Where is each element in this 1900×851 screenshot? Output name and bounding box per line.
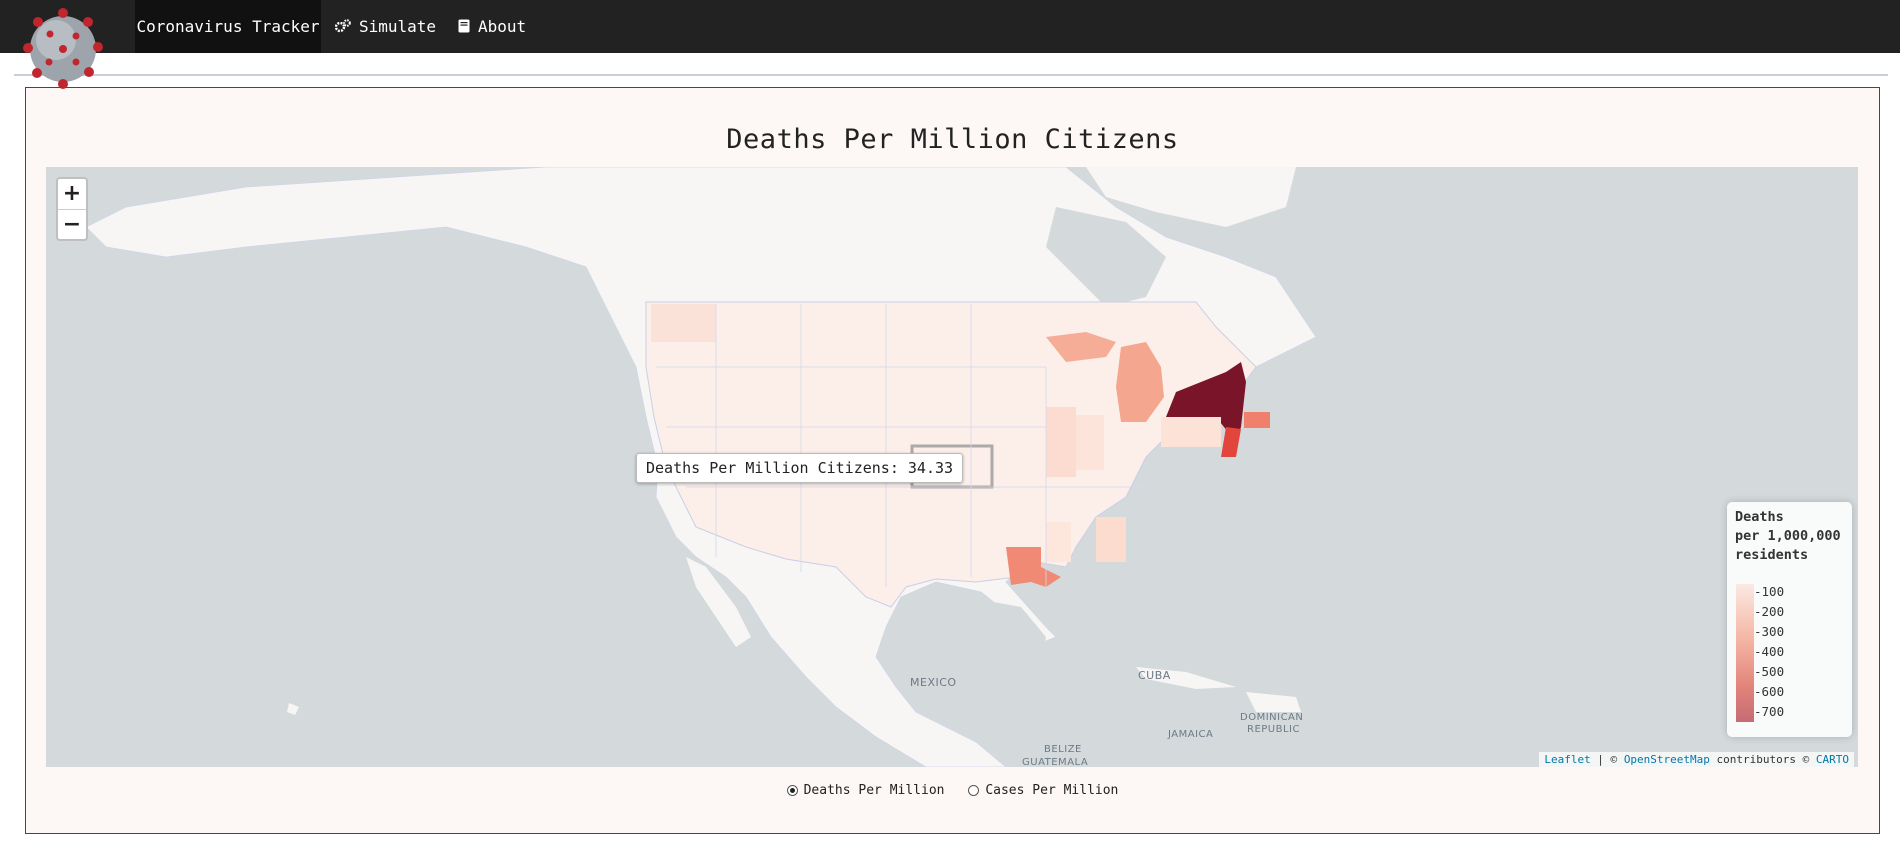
zoom-in-button[interactable]: + (58, 179, 86, 210)
carto-link[interactable]: CARTO (1816, 753, 1849, 766)
map-label-jamaica: JAMAICA (1168, 729, 1214, 740)
radio-cases-per-million[interactable]: Cases Per Million (968, 783, 1118, 798)
map-label-dominican: DOMINICAN (1240, 712, 1304, 723)
radio-cases-label: Cases Per Million (985, 783, 1119, 798)
legend-tick: -600 (1754, 684, 1785, 699)
map-label-republic: REPUBLIC (1247, 724, 1300, 735)
attribution-sep: | © (1590, 753, 1624, 766)
map-label-cuba: CUBA (1138, 669, 1171, 682)
nav-simulate-label: Simulate (359, 17, 437, 36)
map-card: Deaths Per Million Citizens + − Deaths P… (25, 87, 1880, 834)
legend-color-scale (1736, 584, 1754, 722)
radio-button-selected[interactable] (786, 785, 798, 796)
map-legend: Deaths per 1,000,000 residents -100 -200… (1727, 502, 1852, 737)
radio-button[interactable] (968, 785, 980, 796)
map-label-mexico: MEXICO (910, 676, 957, 689)
legend-tick: -500 (1754, 664, 1785, 679)
choropleth-map[interactable]: + − Deaths Per Million Citizens: 34.33 M… (46, 167, 1858, 767)
zoom-out-button[interactable]: − (58, 210, 86, 240)
nav-brand[interactable]: Coronavirus Tracker (135, 0, 321, 53)
map-label-guatemala: GUATEMALA (1022, 757, 1089, 767)
nav-item-simulate[interactable]: Simulate (334, 0, 437, 54)
attribution-contributors: contributors © (1709, 753, 1816, 766)
legend-tick: -700 (1754, 704, 1785, 719)
legend-title: Deaths per 1,000,000 residents (1735, 509, 1841, 563)
metric-radio-group: Deaths Per Million Cases Per Million (26, 783, 1879, 798)
legend-tick: -200 (1754, 604, 1785, 619)
openstreetmap-link[interactable]: OpenStreetMap (1624, 753, 1710, 766)
map-attribution: Leaflet | © OpenStreetMap contributors ©… (1539, 752, 1854, 767)
legend-tick: -300 (1754, 624, 1785, 639)
cogs-icon (334, 1, 351, 54)
leaflet-link[interactable]: Leaflet (1544, 753, 1590, 766)
coronavirus-logo[interactable] (18, 4, 112, 90)
radio-deaths-label: Deaths Per Million (803, 783, 945, 798)
top-navbar: Coronavirus Tracker Simulate About (0, 0, 1900, 89)
state-tooltip: Deaths Per Million Citizens: 34.33 (636, 453, 964, 483)
legend-tick: -100 (1754, 584, 1785, 599)
book-icon (458, 1, 470, 54)
legend-tick: -400 (1754, 644, 1785, 659)
nav-brand-label: Coronavirus Tracker (136, 17, 320, 36)
zoom-control: + − (56, 177, 88, 241)
navbar-divider (14, 74, 1888, 76)
map-label-belize: BELIZE (1044, 744, 1082, 755)
page-title: Deaths Per Million Citizens (726, 124, 1179, 155)
nav-item-about[interactable]: About (458, 0, 526, 53)
radio-deaths-per-million[interactable]: Deaths Per Million (786, 783, 945, 798)
nav-about-label: About (478, 17, 527, 36)
